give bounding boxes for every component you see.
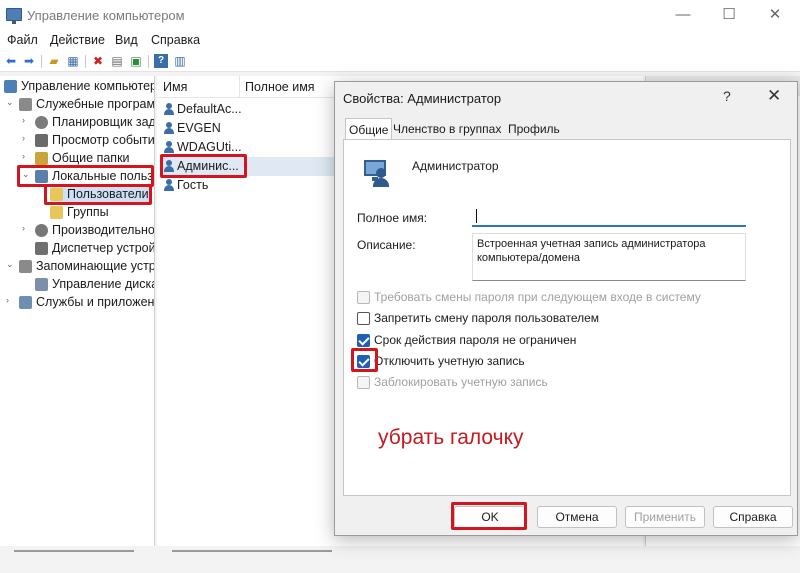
column-full-name[interactable]: Полное имя <box>245 80 315 94</box>
user-icon <box>163 103 175 115</box>
delete-icon[interactable]: ✖ <box>91 54 105 68</box>
performance-icon <box>35 224 48 237</box>
menu-bar: Файл Действие Вид Справка <box>0 30 800 52</box>
highlight-ok-button <box>451 502 527 530</box>
menu-action[interactable]: Действие <box>50 33 105 47</box>
user-icon <box>163 179 175 191</box>
help-icon[interactable]: ? <box>154 54 168 68</box>
back-icon[interactable]: ⬅ <box>4 54 18 68</box>
highlight-administrator <box>160 154 247 178</box>
highlight-users <box>44 184 152 205</box>
menu-file[interactable]: Файл <box>7 33 38 47</box>
maximize-button[interactable]: ☐ <box>706 2 752 28</box>
text-caret <box>476 209 477 223</box>
apply-button[interactable]: Применить <box>625 506 705 528</box>
collapse-icon[interactable]: ⌄ <box>6 97 16 108</box>
horizontal-scrollbar[interactable] <box>0 546 800 573</box>
full-name-label: Полное имя: <box>357 211 428 225</box>
disk-icon <box>35 278 48 291</box>
title-bar: Управление компьютером — ☐ ✕ <box>0 0 800 30</box>
event-viewer-icon <box>35 134 48 147</box>
tab-profile[interactable]: Профиль <box>505 120 563 140</box>
properties-icon[interactable]: ▤ <box>110 54 124 68</box>
checkbox[interactable] <box>357 334 370 347</box>
properties-dialog: Свойства: Администратор ? ✕ Общие Членст… <box>334 81 798 536</box>
up-folder-icon[interactable]: ▰ <box>47 54 61 68</box>
tools-icon <box>19 98 32 111</box>
user-name-label: Администратор <box>412 159 499 173</box>
clock-icon <box>35 116 48 129</box>
console-tree: Управление компьютер ⌄ Служебные програм… <box>0 76 155 546</box>
dialog-help-button[interactable]: ? <box>723 88 731 104</box>
expand-icon[interactable]: › <box>22 115 32 125</box>
description-label: Описание: <box>357 238 416 252</box>
minimize-button[interactable]: — <box>660 2 706 28</box>
folder-icon <box>50 206 63 219</box>
collapse-icon[interactable]: ⌄ <box>6 259 16 270</box>
expand-icon[interactable]: › <box>6 295 16 305</box>
checkbox[interactable] <box>357 291 370 304</box>
export-list-icon[interactable]: ▣ <box>129 54 143 68</box>
user-account-icon <box>360 156 392 188</box>
shared-folder-icon <box>35 152 48 165</box>
close-window-button[interactable]: ✕ <box>752 2 798 28</box>
expand-icon[interactable]: › <box>22 223 32 233</box>
expand-icon[interactable]: › <box>22 133 32 143</box>
dialog-title: Свойства: Администратор <box>343 91 502 106</box>
device-manager-icon <box>35 242 48 255</box>
checkbox[interactable] <box>357 312 370 325</box>
annotation-text: убрать галочку <box>378 426 524 449</box>
computer-icon <box>4 80 17 93</box>
user-icon <box>163 141 175 153</box>
show-action-pane-icon[interactable]: ▥ <box>173 54 187 68</box>
services-icon <box>19 296 32 309</box>
user-icon <box>163 122 175 134</box>
menu-view[interactable]: Вид <box>115 33 138 47</box>
full-name-input[interactable] <box>472 205 746 227</box>
window-title: Управление компьютером <box>27 8 185 23</box>
help-button[interactable]: Справка <box>713 506 793 528</box>
show-hide-tree-icon[interactable]: ▦ <box>66 54 80 68</box>
description-field[interactable]: Встроенная учетная запись администратора… <box>472 233 746 281</box>
forward-icon[interactable]: ➡ <box>22 54 36 68</box>
cancel-button[interactable]: Отмена <box>537 506 617 528</box>
expand-icon[interactable]: › <box>22 151 32 161</box>
dialog-close-button[interactable]: ✕ <box>767 86 781 106</box>
tab-general[interactable]: Общие <box>345 118 393 140</box>
general-tab-panel: Администратор Полное имя: Описание: Встр… <box>343 139 791 496</box>
checkbox[interactable] <box>357 376 370 389</box>
highlight-disable-account-checkbox <box>351 348 378 372</box>
column-name[interactable]: Имя <box>163 80 187 94</box>
menu-help[interactable]: Справка <box>151 33 200 47</box>
toolbar: ⬅ ➡ ▰ ▦ ✖ ▤ ▣ ? ▥ <box>0 52 800 72</box>
computer-management-icon <box>6 8 22 24</box>
storage-icon <box>19 260 32 273</box>
tab-member-of[interactable]: Членство в группах <box>390 120 504 140</box>
